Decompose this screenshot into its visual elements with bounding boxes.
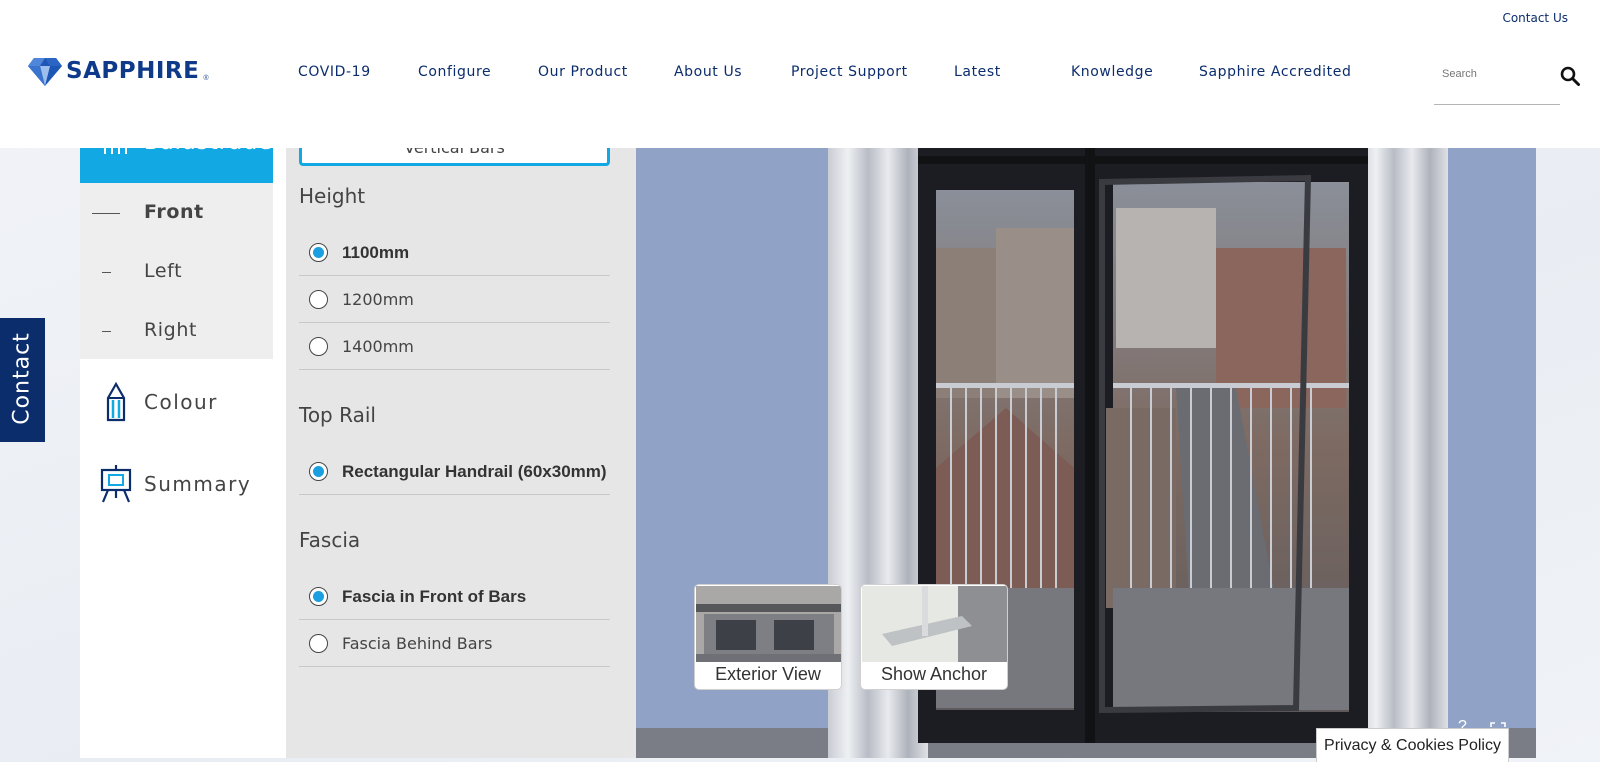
nav-covid-19[interactable]: COVID-19 xyxy=(298,64,371,80)
contact-us-link[interactable]: Contact Us xyxy=(1502,11,1568,25)
option-label: Rectangular Handrail (60x30mm) xyxy=(342,462,607,481)
dash-marker xyxy=(102,331,111,332)
main-nav: COVID-19 Configure Our Product About Us … xyxy=(0,64,1600,84)
radio-checked xyxy=(309,462,328,481)
sidebar-item-label: Colour xyxy=(144,390,218,414)
nav-our-product[interactable]: Our Product xyxy=(538,64,628,80)
nav-knowledge[interactable]: Knowledge xyxy=(1071,64,1153,80)
radio-checked xyxy=(309,243,328,262)
option-height-1100[interactable]: 1100mm xyxy=(299,229,610,276)
search-box xyxy=(1434,64,1560,105)
pencil-icon xyxy=(106,382,126,422)
nav-configure[interactable]: Configure xyxy=(418,64,491,80)
sidebar-subnav: Front Left Right xyxy=(80,183,273,359)
easel-icon xyxy=(100,465,132,503)
3d-viewer[interactable]: Exterior View Show Anchor ? xyxy=(636,148,1536,758)
show-anchor-button[interactable]: Show Anchor xyxy=(860,584,1008,690)
site-header: Contact Us SAPPHIRE ® COVID-19 Configure… xyxy=(0,0,1600,148)
radio-unchecked xyxy=(309,290,328,309)
option-label: Fascia Behind Bars xyxy=(342,634,493,653)
search-input[interactable] xyxy=(1434,68,1544,80)
sidebar-item-colour[interactable]: Colour xyxy=(80,378,273,428)
sidebar-item-summary[interactable]: Summary xyxy=(80,460,273,510)
option-height-1200[interactable]: 1200mm xyxy=(299,276,610,323)
sidebar-item-front[interactable]: Front xyxy=(80,193,273,233)
radio-unchecked xyxy=(309,634,328,653)
search-icon[interactable] xyxy=(1560,66,1580,86)
option-label: 1400mm xyxy=(342,337,414,356)
nav-project-support[interactable]: Project Support xyxy=(791,64,908,80)
sidebar-item-label: Right xyxy=(144,319,198,341)
privacy-cookies-link[interactable]: Privacy & Cookies Policy xyxy=(1316,728,1509,762)
option-label: Fascia in Front of Bars xyxy=(342,587,527,606)
option-label: 1200mm xyxy=(342,290,414,309)
nav-latest[interactable]: Latest xyxy=(954,64,1001,80)
dash-marker xyxy=(102,272,111,273)
option-rectangular-handrail[interactable]: Rectangular Handrail (60x30mm) xyxy=(299,448,610,495)
sidebar-item-left[interactable]: Left xyxy=(80,252,273,292)
exterior-view-thumbnail xyxy=(696,586,841,662)
radio-unchecked xyxy=(309,337,328,356)
sidebar-item-right[interactable]: Right xyxy=(80,311,273,351)
nav-sapphire-accredited[interactable]: Sapphire Accredited xyxy=(1199,64,1351,80)
option-label: 1100mm xyxy=(342,243,410,262)
sidebar-item-label: Summary xyxy=(144,472,252,496)
contact-side-tab[interactable]: Contact xyxy=(0,318,45,442)
nav-about-us[interactable]: About Us xyxy=(674,64,742,80)
sidebar-item-label: Front xyxy=(144,201,204,223)
exterior-view-label: Exterior View xyxy=(715,664,821,684)
dash-marker xyxy=(92,213,120,214)
contact-tab-label: Contact xyxy=(9,332,35,425)
exterior-view-button[interactable]: Exterior View xyxy=(694,584,842,690)
option-fascia-behind[interactable]: Fascia Behind Bars xyxy=(299,620,610,667)
section-title-fascia: Fascia xyxy=(299,528,361,552)
show-anchor-thumbnail xyxy=(862,586,1007,662)
radio-checked xyxy=(309,587,328,606)
sidebar-item-label: Left xyxy=(144,260,183,282)
option-height-1400[interactable]: 1400mm xyxy=(299,323,610,370)
section-title-top-rail: Top Rail xyxy=(299,403,376,427)
section-title-height: Height xyxy=(299,184,366,208)
option-fascia-in-front[interactable]: Fascia in Front of Bars xyxy=(299,573,610,620)
show-anchor-label: Show Anchor xyxy=(880,664,988,684)
